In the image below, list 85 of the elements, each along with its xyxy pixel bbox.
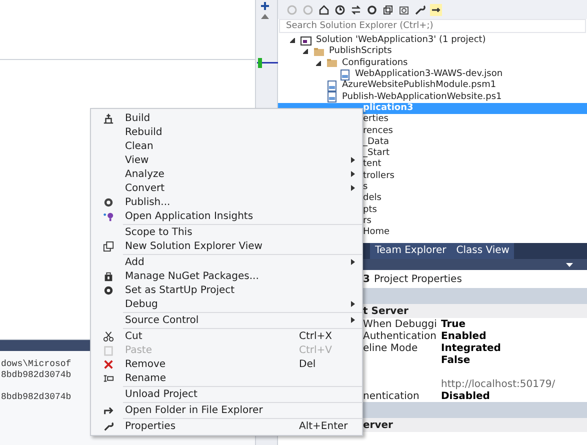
lightbulb-icon <box>102 210 114 222</box>
property-name: Authentication <box>363 330 438 343</box>
menu-item[interactable]: Rename <box>91 371 362 385</box>
property-name: When Debuggi <box>363 318 438 331</box>
menu-item[interactable]: Convert <box>91 181 362 195</box>
solution-icon <box>300 34 312 47</box>
property-value: True <box>441 318 466 331</box>
menu-item[interactable]: Open Folder in File Explorer <box>91 403 362 417</box>
properties-title: Project Properties <box>374 272 462 286</box>
redo-arrow-icon <box>102 404 114 416</box>
camera-icon[interactable] <box>398 4 410 16</box>
tab[interactable]: Class View <box>451 243 514 259</box>
expander-icon[interactable] <box>303 49 308 54</box>
menu-item[interactable]: Rebuild <box>91 125 362 139</box>
property-value: Enabled <box>441 330 486 343</box>
properties-title: 3 <box>363 272 370 286</box>
windows-icon[interactable] <box>382 4 394 16</box>
home-icon[interactable] <box>318 4 330 16</box>
menu-item[interactable]: Add <box>91 255 362 269</box>
tree-item[interactable]: Solution 'WebApplication3' (1 project) <box>316 35 486 46</box>
tree-item[interactable]: tent <box>363 159 382 170</box>
menu-item[interactable]: Debug <box>91 297 362 311</box>
up-arrow-icon[interactable] <box>261 14 269 19</box>
folder-icon <box>313 46 325 58</box>
property-name: eline Mode <box>363 342 419 356</box>
menu-item[interactable]: Properties Alt+Enter <box>91 419 362 433</box>
output-line: 8bdb982d3074b <box>1 370 72 381</box>
dropdown-icon[interactable] <box>566 262 573 266</box>
tree-item[interactable]: Publish-WebApplicationWebsite.ps1 <box>342 92 502 103</box>
scissors-icon <box>102 330 114 342</box>
tree-item[interactable]: erties <box>363 114 388 126</box>
menu-item[interactable]: Unload Project <box>91 387 362 401</box>
folder-icon <box>326 57 338 70</box>
tree-item[interactable]: trollers <box>363 170 394 182</box>
menu-item[interactable]: Analyze <box>91 167 362 181</box>
tree-item[interactable]: s <box>363 182 368 193</box>
property-name: nentication <box>363 390 420 404</box>
file-icon <box>326 91 338 104</box>
tree-item[interactable]: rences <box>363 126 393 137</box>
tree-item[interactable]: _Start <box>363 148 390 160</box>
property-value: http://localhost:50179/ <box>441 378 556 391</box>
wrench-icon <box>102 420 114 432</box>
sync-icon[interactable] <box>350 4 362 16</box>
tree-item[interactable]: dels <box>363 193 382 204</box>
clock-icon[interactable] <box>334 4 346 16</box>
menu-item[interactable]: Clean <box>91 139 362 153</box>
build-icon <box>102 112 114 124</box>
menu-item[interactable]: Source Control <box>91 313 362 327</box>
tree-item[interactable]: pts <box>363 204 377 216</box>
property-value: False <box>441 354 470 368</box>
menu-item[interactable]: Set as StartUp Project <box>91 283 362 297</box>
menu-item[interactable]: Manage NuGet Packages... <box>91 269 362 283</box>
pin-icon[interactable] <box>430 4 442 16</box>
property-value: Integrated <box>441 342 501 355</box>
windows-icon <box>102 240 114 252</box>
tree-item[interactable]: AzureWebsitePublishModule.psm1 <box>342 80 496 92</box>
menu-item[interactable]: New Solution Explorer View <box>91 239 362 253</box>
tab[interactable]: Team Explorer <box>370 243 452 259</box>
file-icon <box>326 80 338 92</box>
tree-item[interactable]: PublishScripts <box>329 46 392 58</box>
search-field[interactable]: Search Solution Explorer (Ctrl+;) <box>279 19 586 33</box>
file-icon <box>339 68 351 81</box>
expander-icon[interactable] <box>290 38 295 44</box>
menu-item[interactable]: Publish... <box>91 195 362 209</box>
marker-icon <box>257 58 278 68</box>
tree-item[interactable]: Home <box>363 227 390 238</box>
output-line: dows\Microsof <box>1 359 72 370</box>
menu-item[interactable]: Scope to This <box>91 225 362 239</box>
category-label: erver <box>363 418 393 432</box>
menu-item[interactable]: View <box>91 153 362 167</box>
menu-item[interactable]: Remove Del <box>91 357 362 371</box>
rename-icon <box>102 372 114 384</box>
expander-icon[interactable] <box>316 60 321 66</box>
tree-item[interactable]: _Data <box>363 136 389 148</box>
tree-item[interactable]: rs <box>363 216 372 227</box>
category-label: t Server <box>363 304 408 318</box>
output-line: 8bdb982d3074b <box>1 392 72 403</box>
plus-icon[interactable] <box>260 1 270 11</box>
wrench-icon[interactable] <box>414 4 426 16</box>
tree-item[interactable]: WebApplication3-WAWS-dev.json <box>355 69 503 80</box>
close-icon <box>102 358 114 370</box>
menu-item[interactable]: Cut Ctrl+X <box>91 329 362 343</box>
tree-item[interactable]: Configurations <box>342 58 408 69</box>
menu-item[interactable]: Open Application Insights <box>91 209 362 223</box>
property-value: Disabled <box>441 390 490 404</box>
